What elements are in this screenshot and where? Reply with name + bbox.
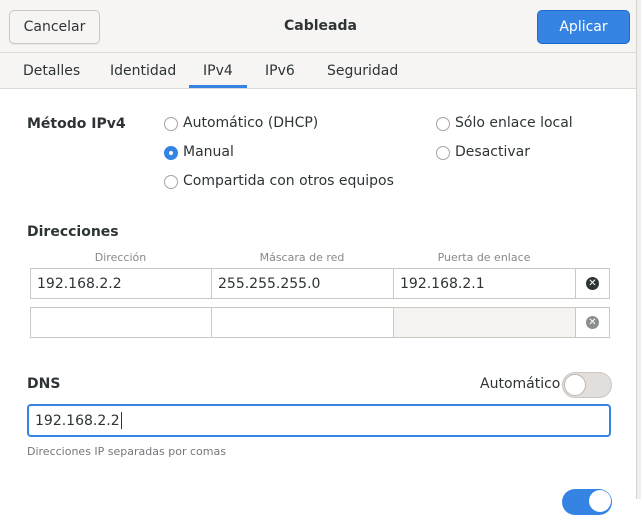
- routes-auto-toggle[interactable]: [562, 489, 612, 515]
- dns-input-value: 192.168.2.2: [35, 412, 120, 429]
- dns-hint: Direcciones IP separadas por comas: [27, 445, 226, 458]
- cancel-button[interactable]: Cancelar: [9, 10, 100, 44]
- column-address: Dirección: [94, 251, 147, 264]
- tab-ipv6[interactable]: IPv6: [265, 53, 295, 88]
- tab-bar: Detalles Identidad IPv4 IPv6 Seguridad: [0, 53, 636, 89]
- delete-address-button[interactable]: ✕: [575, 268, 610, 299]
- column-netmask: Máscara de red: [259, 251, 345, 264]
- delete-empty-row-button[interactable]: ✕: [575, 307, 610, 338]
- tab-seguridad[interactable]: Seguridad: [327, 53, 398, 88]
- address-field-empty[interactable]: [30, 307, 212, 338]
- tab-ipv4[interactable]: IPv4: [189, 53, 247, 88]
- dialog-title: Cableada: [284, 18, 357, 34]
- radio-link-local-label[interactable]: Sólo enlace local: [455, 115, 573, 131]
- gateway-field-empty: [393, 307, 576, 338]
- delete-icon: ✕: [586, 316, 599, 329]
- netmask-field[interactable]: 255.255.255.0: [211, 268, 394, 299]
- radio-link-local[interactable]: [436, 117, 450, 131]
- netmask-field-empty[interactable]: [211, 307, 394, 338]
- window-edge: [636, 0, 641, 499]
- radio-manual-label[interactable]: Manual: [183, 144, 234, 160]
- column-gateway: Puerta de enlace: [437, 251, 531, 264]
- radio-dhcp[interactable]: [164, 117, 178, 131]
- addresses-label: Direcciones: [27, 224, 119, 240]
- address-field[interactable]: 192.168.2.2: [30, 268, 212, 299]
- dns-auto-toggle[interactable]: [562, 372, 612, 398]
- radio-disable[interactable]: [436, 146, 450, 160]
- toggle-knob: [589, 490, 611, 512]
- header-bar: Cancelar Cableada Aplicar: [0, 0, 641, 53]
- radio-disable-label[interactable]: Desactivar: [455, 144, 530, 160]
- dns-auto-label: Automático: [480, 376, 561, 392]
- dns-input[interactable]: 192.168.2.2: [27, 404, 611, 437]
- delete-icon: ✕: [586, 277, 599, 290]
- toggle-knob: [564, 374, 586, 396]
- gateway-field[interactable]: 192.168.2.1: [393, 268, 576, 299]
- apply-button[interactable]: Aplicar: [537, 10, 630, 44]
- radio-dhcp-label[interactable]: Automático (DHCP): [183, 115, 318, 131]
- radio-shared-label[interactable]: Compartida con otros equipos: [183, 173, 394, 189]
- radio-manual[interactable]: [164, 146, 178, 160]
- tab-detalles[interactable]: Detalles: [23, 53, 80, 88]
- dns-label: DNS: [27, 376, 61, 392]
- method-label: Método IPv4: [27, 116, 126, 132]
- radio-shared[interactable]: [164, 175, 178, 189]
- text-caret: [120, 412, 122, 429]
- tab-identidad[interactable]: Identidad: [110, 53, 176, 88]
